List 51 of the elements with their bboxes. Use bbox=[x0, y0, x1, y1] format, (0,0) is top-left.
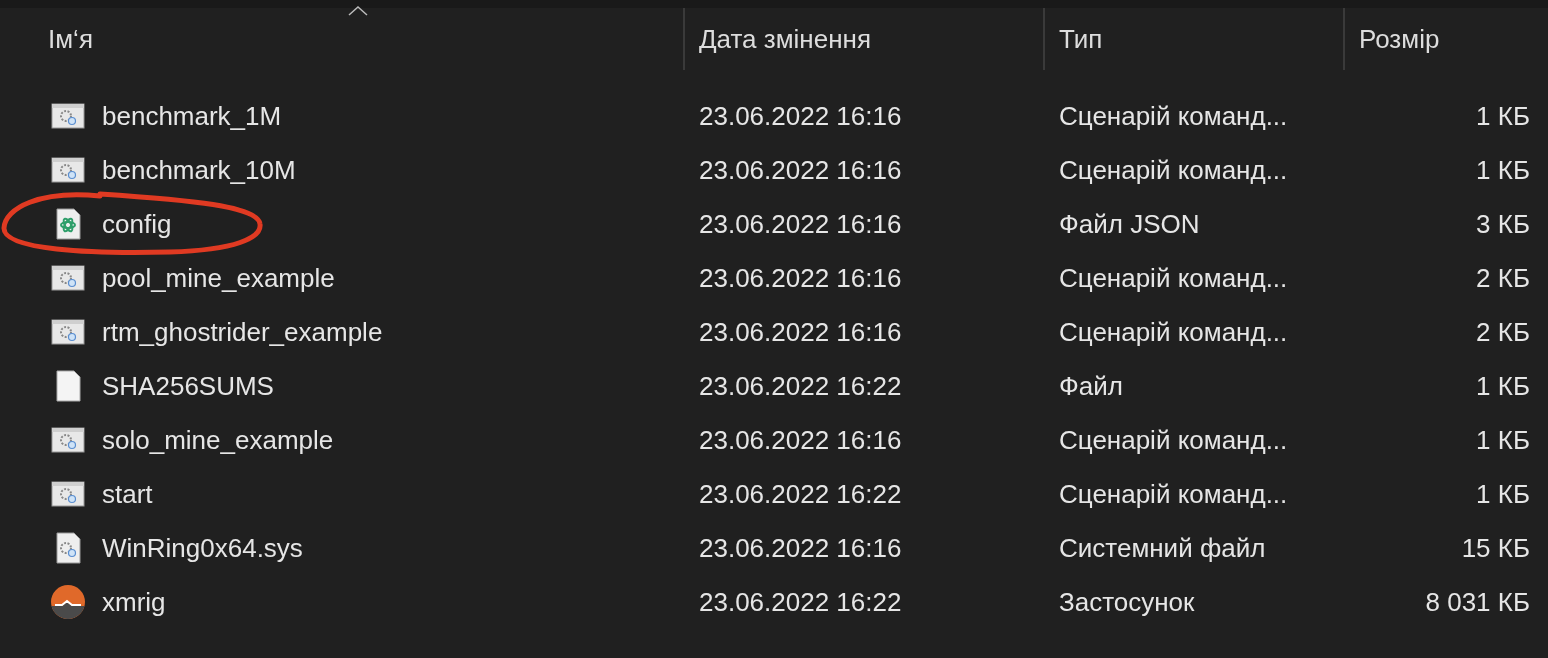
date-modified: 23.06.2022 16:16 bbox=[699, 532, 902, 564]
file-name[interactable]: WinRing0x64.sys bbox=[102, 532, 303, 564]
file-name[interactable]: benchmark_1M bbox=[102, 100, 282, 132]
column-header[interactable]: Розмір bbox=[1345, 8, 1540, 70]
file-type: Сценарій команд... bbox=[1059, 262, 1288, 294]
file-name[interactable]: start bbox=[102, 478, 153, 510]
gear-file-icon bbox=[50, 100, 86, 132]
file-type: Файл bbox=[1059, 370, 1123, 402]
file-type: Сценарій команд... bbox=[1059, 316, 1288, 348]
date-modified: 23.06.2022 16:16 bbox=[699, 208, 902, 240]
file-name[interactable]: SHA256SUMS bbox=[102, 370, 274, 402]
file-size: 8 031 КБ bbox=[1425, 586, 1530, 618]
date-modified: 23.06.2022 16:16 bbox=[699, 100, 902, 132]
file-type: Сценарій команд... bbox=[1059, 100, 1288, 132]
column-header[interactable]: Тип bbox=[1045, 8, 1345, 70]
file-size: 1 КБ bbox=[1476, 424, 1530, 456]
file-size: 1 КБ bbox=[1476, 370, 1530, 402]
file-type: Сценарій команд... bbox=[1059, 424, 1288, 456]
file-size: 1 КБ bbox=[1476, 100, 1530, 132]
file-name[interactable]: rtm_ghostrider_example bbox=[102, 316, 383, 348]
file-type: Файл JSON bbox=[1059, 208, 1200, 240]
file-type: Застосунок bbox=[1059, 586, 1195, 618]
date-modified: 23.06.2022 16:22 bbox=[699, 478, 902, 510]
file-name[interactable]: solo_mine_example bbox=[102, 424, 334, 456]
file-size: 15 КБ bbox=[1461, 532, 1530, 564]
date-modified: 23.06.2022 16:16 bbox=[699, 424, 902, 456]
file-name[interactable]: config bbox=[102, 208, 172, 240]
gear-file-icon bbox=[50, 424, 86, 456]
file-type: Сценарій команд... bbox=[1059, 478, 1288, 510]
date-modified: 23.06.2022 16:22 bbox=[699, 586, 902, 618]
gear-file-icon bbox=[50, 154, 86, 186]
date-modified: 23.06.2022 16:16 bbox=[699, 262, 902, 294]
file-name[interactable]: pool_mine_example bbox=[102, 262, 335, 294]
app-logo-icon bbox=[50, 584, 86, 620]
file-size: 2 КБ bbox=[1476, 262, 1530, 294]
file-size: 3 КБ bbox=[1476, 208, 1530, 240]
gear-file-icon bbox=[50, 316, 86, 348]
file-name[interactable]: xmrig bbox=[102, 586, 166, 618]
column-header[interactable]: Ім‘я bbox=[0, 8, 685, 70]
gear-file-icon bbox=[50, 478, 86, 510]
column-header[interactable]: Дата змінення bbox=[685, 8, 1045, 70]
file-type: Системний файл bbox=[1059, 532, 1266, 564]
gear-file-icon bbox=[50, 262, 86, 294]
file-size: 2 КБ bbox=[1476, 316, 1530, 348]
date-modified: 23.06.2022 16:16 bbox=[699, 316, 902, 348]
file-type: Сценарій команд... bbox=[1059, 154, 1288, 186]
file-size: 1 КБ bbox=[1476, 154, 1530, 186]
file-name[interactable]: benchmark_10M bbox=[102, 154, 296, 186]
date-modified: 23.06.2022 16:16 bbox=[699, 154, 902, 186]
date-modified: 23.06.2022 16:22 bbox=[699, 370, 902, 402]
file-size: 1 КБ bbox=[1476, 478, 1530, 510]
